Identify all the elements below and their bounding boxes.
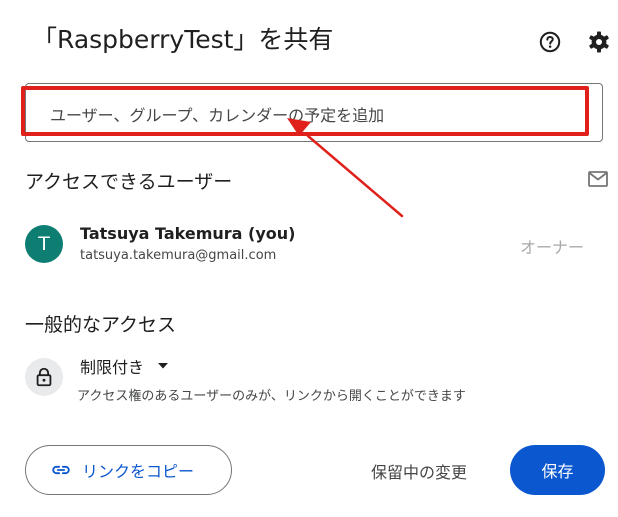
help-button[interactable]: [535, 27, 565, 57]
dialog-title: 「RaspberryTest」を共有: [32, 25, 334, 54]
gear-icon: [589, 31, 609, 53]
copy-link-label: リンクをコピー: [82, 462, 195, 481]
add-people-placeholder: ユーザー、グループ、カレンダーの予定を追加: [50, 106, 385, 125]
pending-changes-label: 保留中の変更: [371, 463, 468, 482]
general-access-selected: 制限付き: [80, 358, 145, 377]
general-access-description: アクセス権のあるユーザーのみが、リンクから開くことができます: [77, 389, 466, 404]
user-role-label: オーナー: [520, 238, 585, 257]
save-button[interactable]: 保存: [510, 445, 605, 495]
general-access-heading: 一般的なアクセス: [25, 314, 177, 336]
lock-icon: [36, 367, 52, 387]
add-people-input[interactable]: ユーザー、グループ、カレンダーの予定を追加: [25, 83, 603, 142]
copy-link-button[interactable]: リンクをコピー: [25, 445, 232, 495]
help-circle-icon: [539, 31, 561, 53]
link-icon: [52, 465, 70, 475]
user-name: Tatsuya Takemura (you): [80, 224, 296, 243]
mail-icon: [588, 171, 608, 187]
settings-button[interactable]: [584, 27, 614, 57]
email-people-button[interactable]: [583, 164, 613, 194]
people-with-access-heading: アクセスできるユーザー: [25, 171, 233, 193]
general-access-dropdown[interactable]: 制限付き: [80, 354, 169, 378]
user-email: tatsuya.takemura@gmail.com: [80, 248, 277, 263]
dropdown-arrow-icon: [158, 363, 169, 369]
avatar: T: [25, 225, 63, 263]
lock-icon-container: [25, 358, 63, 396]
